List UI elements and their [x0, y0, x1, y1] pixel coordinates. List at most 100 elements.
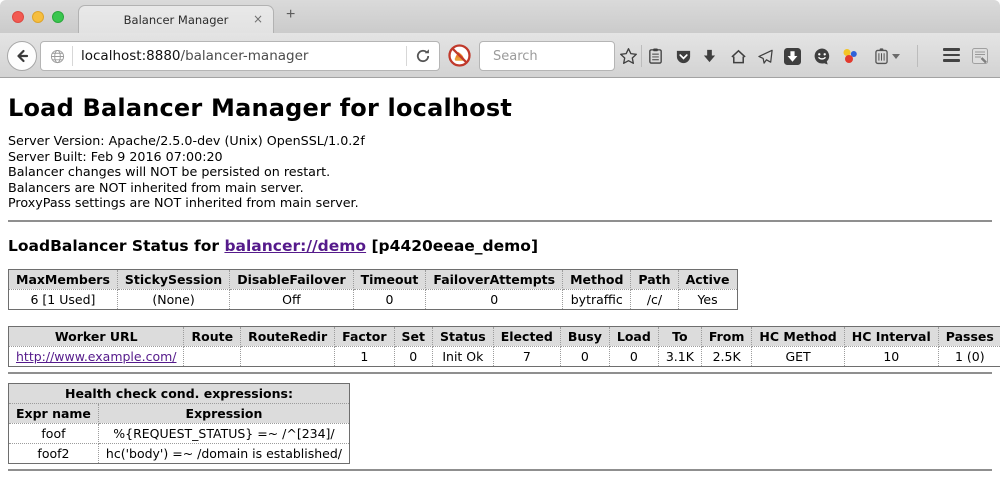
tab-strip: Balancer Manager × + [0, 0, 1000, 33]
expr-row: foof %{REQUEST_STATUS} =~ /^[234]/ [9, 423, 350, 443]
column-header: Expr name [9, 403, 99, 423]
from-cell: 2.5K [701, 346, 752, 366]
tab-close-icon[interactable]: × [253, 12, 263, 26]
balancer-summary-table: MaxMembers StickySession DisableFailover… [8, 269, 738, 310]
clipboard-icon [647, 47, 664, 65]
tab-title: Balancer Manager [124, 13, 229, 27]
column-header: Expression [98, 403, 349, 423]
table-title-row: Health check cond. expressions: [9, 383, 350, 403]
zoom-window-button[interactable] [52, 11, 64, 23]
column-header: FailoverAttempts [426, 269, 563, 289]
column-header: Timeout [353, 269, 426, 289]
column-header: Set [394, 326, 432, 346]
page-grid-icon [971, 47, 989, 65]
table-header-row: Expr name Expression [9, 403, 350, 423]
column-header: Status [433, 326, 494, 346]
globe-icon [50, 49, 65, 64]
expr-name-cell: foof2 [9, 443, 99, 463]
inherit-notice-line: Balancers are NOT inherited from main se… [8, 180, 992, 196]
route-cell [184, 346, 241, 366]
search-bar[interactable] [479, 41, 615, 71]
close-window-button[interactable] [12, 11, 24, 23]
extension-chat-button[interactable] [812, 46, 832, 66]
heading-suffix: [p4420eeae_demo] [366, 237, 538, 255]
reload-icon [415, 48, 431, 64]
column-header: Method [563, 269, 631, 289]
url-bar[interactable]: localhost:8880/balancer-manager [40, 41, 440, 71]
passes-cell: 1 (0) [938, 346, 1000, 366]
menu-button[interactable] [943, 48, 960, 62]
reload-button[interactable] [415, 48, 431, 64]
hamburger-icon [943, 48, 960, 51]
failover-attempts-cell: 0 [426, 289, 563, 309]
column-header: Busy [560, 326, 609, 346]
extension-download-helper-button[interactable] [782, 46, 802, 66]
timeout-cell: 0 [353, 289, 426, 309]
section-divider [8, 469, 992, 471]
column-header: HC Interval [844, 326, 938, 346]
worker-url-cell: http://www.example.com/ [9, 346, 184, 366]
worker-url-link[interactable]: http://www.example.com/ [16, 349, 176, 364]
method-cell: bytraffic [563, 289, 631, 309]
send-tab-button[interactable] [755, 46, 775, 66]
server-built-line: Server Built: Feb 9 2016 07:00:20 [8, 149, 992, 165]
expression-cell: hc('body') =~ /domain is established/ [98, 443, 349, 463]
server-info: Server Version: Apache/2.5.0-dev (Unix) … [8, 133, 992, 211]
paper-plane-icon [757, 48, 774, 65]
column-header: Route [184, 326, 241, 346]
minimize-window-button[interactable] [32, 11, 44, 23]
download-arrow-icon [702, 48, 717, 64]
star-icon [619, 47, 638, 66]
back-arrow-icon [14, 48, 30, 64]
column-header: From [701, 326, 752, 346]
pocket-button[interactable] [673, 46, 693, 66]
path-cell: /c/ [631, 289, 678, 309]
active-cell: Yes [678, 289, 737, 309]
expr-name-cell: foof [9, 423, 99, 443]
table-header-row: Worker URL Route RouteRedir Factor Set S… [9, 326, 1000, 346]
section-divider [8, 220, 992, 222]
toolbar-divider [917, 45, 918, 67]
column-header: Active [678, 269, 737, 289]
expression-cell: %{REQUEST_STATUS} =~ /^[234]/ [98, 423, 349, 443]
factor-cell: 1 [335, 346, 394, 366]
url-divider [406, 46, 407, 66]
battery-icon [875, 47, 888, 65]
traffic-lights [12, 11, 64, 23]
balancer-demo-link[interactable]: balancer://demo [224, 237, 366, 255]
proxypass-notice-line: ProxyPass settings are NOT inherited fro… [8, 195, 992, 211]
downloads-button[interactable] [699, 46, 719, 66]
hc-method-cell: GET [752, 346, 844, 366]
home-icon [730, 48, 747, 65]
column-header: HC Method [752, 326, 844, 346]
extension-color-dots-button[interactable] [840, 46, 860, 66]
extension-container-button[interactable] [871, 46, 891, 66]
chevron-down-icon[interactable] [892, 54, 900, 59]
page-content: Load Balancer Manager for localhost Serv… [0, 78, 1000, 490]
hc-interval-cell: 10 [844, 346, 938, 366]
extension-page-button[interactable] [970, 46, 990, 66]
column-header: Factor [335, 326, 394, 346]
column-header: Elected [493, 326, 560, 346]
content-blocker-button[interactable] [447, 43, 472, 68]
elected-cell: 7 [493, 346, 560, 366]
set-cell: 0 [394, 346, 432, 366]
expr-row: foof2 hc('body') =~ /domain is establish… [9, 443, 350, 463]
browser-window: Balancer Manager × + localhost:8880/bala… [0, 0, 1000, 491]
column-header: Load [609, 326, 658, 346]
url-text[interactable]: localhost:8880/balancer-manager [81, 48, 406, 64]
bookmark-star-button[interactable] [618, 46, 638, 66]
load-cell: 0 [609, 346, 658, 366]
toolbar-divider [641, 45, 642, 67]
tab-balancer-manager[interactable]: Balancer Manager × [78, 5, 274, 33]
worker-row: http://www.example.com/ 1 0 Init Ok 7 0 … [9, 346, 1000, 366]
column-header: StickySession [117, 269, 229, 289]
column-header: RouteRedir [241, 326, 335, 346]
sticky-session-cell: (None) [117, 289, 229, 309]
new-tab-button[interactable]: + [286, 6, 295, 24]
bookmarks-menu-button[interactable] [645, 46, 665, 66]
heading-prefix: LoadBalancer Status for [8, 237, 224, 255]
navigation-toolbar: localhost:8880/balancer-manager [0, 33, 1000, 78]
back-button[interactable] [7, 41, 37, 71]
home-button[interactable] [728, 46, 748, 66]
